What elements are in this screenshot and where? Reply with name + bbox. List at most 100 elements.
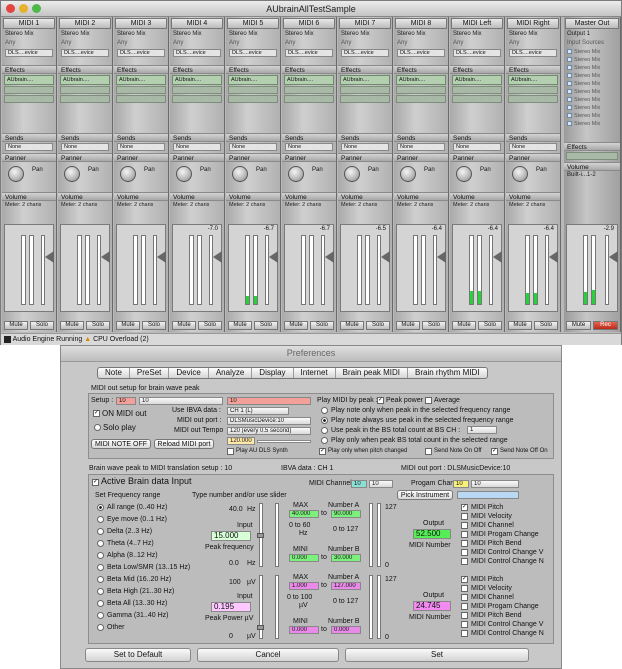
channel-name[interactable]: MIDI 4 — [171, 18, 223, 29]
input-source-item[interactable]: Stereo Mix — [564, 48, 620, 56]
effect-slot-empty[interactable] — [116, 95, 166, 103]
power-slider-thumb[interactable] — [257, 625, 264, 630]
tempo-number[interactable]: 120.000 — [227, 437, 255, 445]
send-select[interactable]: None — [453, 143, 501, 151]
channel-name[interactable]: MIDI 2 — [59, 18, 111, 29]
pan-knob[interactable] — [400, 166, 416, 182]
send-note-off-on-checkbox[interactable]: ✓ — [491, 448, 498, 455]
solo-button[interactable]: Solo — [86, 321, 110, 330]
solo-button[interactable]: Solo — [198, 321, 222, 330]
send-select[interactable]: None — [173, 143, 221, 151]
source-checkbox[interactable] — [567, 121, 572, 127]
tab-item[interactable]: Brain rhythm MIDI — [408, 368, 486, 378]
fader-track[interactable] — [153, 235, 157, 305]
pan-knob[interactable] — [512, 166, 528, 182]
master-rec-button[interactable]: Rec — [593, 321, 618, 330]
master-output[interactable]: Output 1 — [564, 30, 620, 39]
fader-thumb[interactable] — [45, 251, 54, 263]
frequency-range-radio[interactable] — [97, 552, 104, 559]
midi-param-checkbox[interactable] — [461, 558, 468, 565]
send-select[interactable]: None — [117, 143, 165, 151]
channel-output[interactable]: Stereo Mix — [58, 30, 112, 39]
freq-output-slider[interactable] — [377, 503, 381, 567]
solo-button[interactable]: Solo — [142, 321, 166, 330]
freq-range-slider-max[interactable] — [369, 503, 373, 567]
source-checkbox[interactable] — [567, 81, 572, 87]
tab-item[interactable]: Note — [98, 368, 130, 378]
effect-slot-empty[interactable] — [340, 86, 390, 94]
channel-name[interactable]: MIDI 6 — [283, 18, 335, 29]
set-button[interactable]: Set — [345, 648, 529, 662]
solo-button[interactable]: Solo — [534, 321, 558, 330]
effect-slot-empty[interactable] — [116, 86, 166, 94]
channel-output[interactable]: Stereo Mix — [2, 30, 56, 39]
fader-thumb[interactable] — [325, 251, 334, 263]
power-max-field[interactable]: 1.000 — [289, 582, 319, 590]
tab-item[interactable]: Display — [252, 368, 294, 378]
power-output-slider[interactable] — [377, 575, 381, 639]
effect-slot[interactable]: AUbrain.... — [340, 75, 390, 85]
effect-slot-empty[interactable] — [284, 86, 334, 94]
mute-button[interactable]: Mute — [116, 321, 140, 330]
power-range-slider-min[interactable] — [275, 575, 279, 639]
mute-button[interactable]: Mute — [508, 321, 532, 330]
fader-track[interactable] — [209, 235, 213, 305]
effect-slot[interactable]: AUbrain.... — [508, 75, 558, 85]
effect-slot-empty[interactable] — [452, 86, 502, 94]
pick-instrument-button[interactable]: Pick Instrument — [397, 490, 453, 500]
peak-mode-radio[interactable] — [321, 427, 328, 434]
mute-button[interactable]: Mute — [284, 321, 308, 330]
source-checkbox[interactable] — [567, 113, 572, 119]
channel-name[interactable]: MIDI 3 — [115, 18, 167, 29]
effect-slot-empty[interactable] — [396, 95, 446, 103]
send-note-on-off-checkbox[interactable] — [425, 448, 432, 455]
frequency-range-radio[interactable] — [97, 576, 104, 583]
input-source-item[interactable]: Stereo Mix — [564, 56, 620, 64]
effect-slot-empty[interactable] — [172, 95, 222, 103]
frequency-range-radio[interactable] — [97, 588, 104, 595]
pan-knob[interactable] — [456, 166, 472, 182]
average-checkbox[interactable] — [425, 397, 432, 404]
midi-note-off-button[interactable]: MIDI NOTE OFF — [91, 439, 151, 449]
solo-button[interactable]: Solo — [30, 321, 54, 330]
fader-track[interactable] — [433, 235, 437, 305]
instrument-device[interactable]: DLS....evice — [285, 49, 333, 57]
mute-button[interactable]: Mute — [228, 321, 252, 330]
effect-slot-empty[interactable] — [284, 95, 334, 103]
tab-item[interactable]: Device — [169, 368, 209, 378]
input-source-item[interactable]: Stereo Mix — [564, 88, 620, 96]
power-number-b-field[interactable]: 0.000 — [331, 626, 361, 634]
fader-thumb[interactable] — [101, 251, 110, 263]
channel-name[interactable]: MIDI 5 — [227, 18, 279, 29]
pan-knob[interactable] — [64, 166, 80, 182]
send-select[interactable]: None — [5, 143, 53, 151]
input-source-item[interactable]: Stereo Mix — [564, 96, 620, 104]
pan-knob[interactable] — [176, 166, 192, 182]
effect-slot-empty[interactable] — [228, 86, 278, 94]
midi-channel-number[interactable]: 10 — [351, 480, 367, 488]
pan-knob[interactable] — [232, 166, 248, 182]
channel-output[interactable]: Stereo Mix — [394, 30, 448, 39]
source-checkbox[interactable] — [567, 65, 572, 71]
peak-power-checkbox[interactable]: ✓ — [377, 397, 384, 404]
tempo-slider[interactable] — [257, 440, 311, 443]
source-checkbox[interactable] — [567, 89, 572, 95]
frequency-range-radio[interactable] — [97, 624, 104, 631]
pan-knob[interactable] — [120, 166, 136, 182]
freq-input-field[interactable]: 15.000 — [211, 531, 251, 541]
number-a-field[interactable]: 90.000 — [331, 510, 361, 518]
instrument-device[interactable]: DLS....evice — [5, 49, 53, 57]
send-select[interactable]: None — [61, 143, 109, 151]
instrument-device[interactable]: DLS....evice — [117, 49, 165, 57]
mute-button[interactable]: Mute — [60, 321, 84, 330]
channel-output[interactable]: Stereo Mix — [170, 30, 224, 39]
input-source-item[interactable]: Stereo Mix — [564, 112, 620, 120]
fader-track[interactable] — [489, 235, 493, 305]
instrument-device[interactable]: DLS....evice — [341, 49, 389, 57]
master-fader-track[interactable] — [605, 235, 609, 305]
power-number-a-field[interactable]: 127.000 — [331, 582, 361, 590]
input-source-item[interactable]: Stereo Mix — [564, 64, 620, 72]
fader-track[interactable] — [41, 235, 45, 305]
input-source-item[interactable]: Stereo Mix — [564, 80, 620, 88]
midi-param-checkbox[interactable]: ✓ — [461, 576, 468, 583]
